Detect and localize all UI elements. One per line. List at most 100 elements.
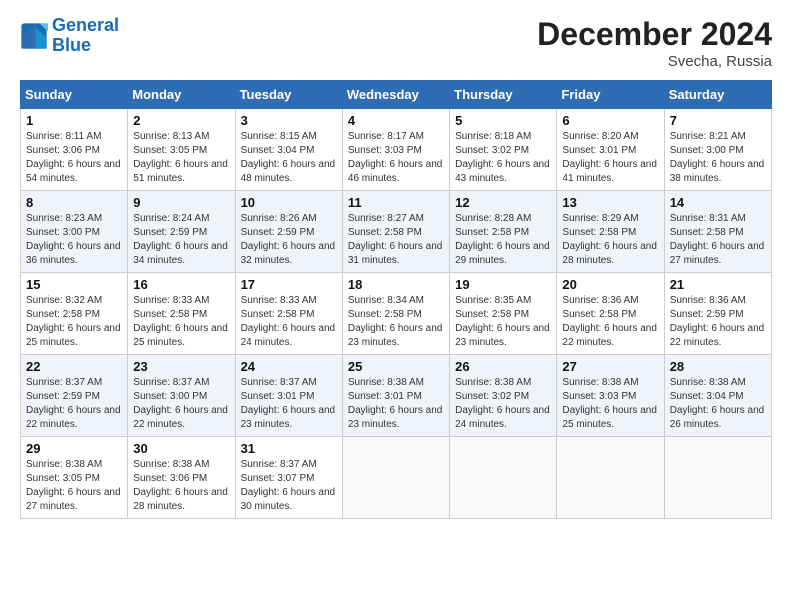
calendar-cell	[557, 437, 664, 519]
calendar-cell: 4 Sunrise: 8:17 AMSunset: 3:03 PMDaylight…	[342, 109, 449, 191]
calendar-cell: 30 Sunrise: 8:38 AMSunset: 3:06 PMDayligh…	[128, 437, 235, 519]
day-number: 12	[455, 195, 551, 210]
calendar-cell: 21 Sunrise: 8:36 AMSunset: 2:59 PMDayligh…	[664, 273, 771, 355]
cell-info: Sunrise: 8:37 AMSunset: 2:59 PMDaylight:…	[26, 377, 121, 430]
day-number: 19	[455, 277, 551, 292]
col-thursday: Thursday	[450, 81, 557, 109]
calendar-cell: 19 Sunrise: 8:35 AMSunset: 2:58 PMDayligh…	[450, 273, 557, 355]
day-number: 21	[670, 277, 766, 292]
logo-line2: Blue	[52, 35, 91, 55]
week-row-4: 22 Sunrise: 8:37 AMSunset: 2:59 PMDayligh…	[21, 355, 772, 437]
day-number: 24	[241, 359, 337, 374]
calendar-cell: 7 Sunrise: 8:21 AMSunset: 3:00 PMDaylight…	[664, 109, 771, 191]
week-row-1: 1 Sunrise: 8:11 AMSunset: 3:06 PMDaylight…	[21, 109, 772, 191]
cell-info: Sunrise: 8:13 AMSunset: 3:05 PMDaylight:…	[133, 131, 228, 184]
cell-info: Sunrise: 8:21 AMSunset: 3:00 PMDaylight:…	[670, 131, 765, 184]
page: General Blue December 2024 Svecha, Russi…	[0, 0, 792, 612]
week-row-3: 15 Sunrise: 8:32 AMSunset: 2:58 PMDayligh…	[21, 273, 772, 355]
day-number: 16	[133, 277, 229, 292]
cell-info: Sunrise: 8:26 AMSunset: 2:59 PMDaylight:…	[241, 213, 336, 266]
cell-info: Sunrise: 8:35 AMSunset: 2:58 PMDaylight:…	[455, 295, 550, 348]
day-number: 6	[562, 113, 658, 128]
calendar-cell: 20 Sunrise: 8:36 AMSunset: 2:58 PMDayligh…	[557, 273, 664, 355]
cell-info: Sunrise: 8:15 AMSunset: 3:04 PMDaylight:…	[241, 131, 336, 184]
cell-info: Sunrise: 8:36 AMSunset: 2:58 PMDaylight:…	[562, 295, 657, 348]
cell-info: Sunrise: 8:38 AMSunset: 3:03 PMDaylight:…	[562, 377, 657, 430]
day-number: 1	[26, 113, 122, 128]
calendar-cell: 11Sunrise: 8:27 AMSunset: 2:58 PMDayligh…	[342, 191, 449, 273]
calendar-cell: 14 Sunrise: 8:31 AMSunset: 2:58 PMDayligh…	[664, 191, 771, 273]
cell-info: Sunrise: 8:37 AMSunset: 3:07 PMDaylight:…	[241, 459, 336, 512]
week-row-2: 8 Sunrise: 8:23 AMSunset: 3:00 PMDaylight…	[21, 191, 772, 273]
calendar-cell: 27Sunrise: 8:38 AMSunset: 3:03 PMDayligh…	[557, 355, 664, 437]
calendar-cell: 2 Sunrise: 8:13 AMSunset: 3:05 PMDaylight…	[128, 109, 235, 191]
day-number: 31	[241, 441, 337, 456]
logo-text: General Blue	[52, 16, 119, 56]
cell-info: Sunrise: 8:36 AMSunset: 2:59 PMDaylight:…	[670, 295, 765, 348]
col-wednesday: Wednesday	[342, 81, 449, 109]
day-number: 15	[26, 277, 122, 292]
day-number: 10	[241, 195, 337, 210]
col-sunday: Sunday	[21, 81, 128, 109]
day-number: 13	[562, 195, 658, 210]
day-number: 2	[133, 113, 229, 128]
logo: General Blue	[20, 16, 119, 56]
day-number: 11	[348, 195, 444, 210]
col-friday: Friday	[557, 81, 664, 109]
day-number: 9	[133, 195, 229, 210]
cell-info: Sunrise: 8:23 AMSunset: 3:00 PMDaylight:…	[26, 213, 121, 266]
calendar-cell: 3Sunrise: 8:15 AMSunset: 3:04 PMDaylight…	[235, 109, 342, 191]
cell-info: Sunrise: 8:38 AMSunset: 3:04 PMDaylight:…	[670, 377, 765, 430]
cell-info: Sunrise: 8:37 AMSunset: 3:01 PMDaylight:…	[241, 377, 336, 430]
day-number: 7	[670, 113, 766, 128]
cell-info: Sunrise: 8:11 AMSunset: 3:06 PMDaylight:…	[26, 131, 121, 184]
day-number: 20	[562, 277, 658, 292]
calendar-cell: 13 Sunrise: 8:29 AMSunset: 2:58 PMDayligh…	[557, 191, 664, 273]
calendar-cell	[450, 437, 557, 519]
calendar-cell: 24 Sunrise: 8:37 AMSunset: 3:01 PMDayligh…	[235, 355, 342, 437]
calendar-cell: 23 Sunrise: 8:37 AMSunset: 3:00 PMDayligh…	[128, 355, 235, 437]
week-row-5: 29 Sunrise: 8:38 AMSunset: 3:05 PMDayligh…	[21, 437, 772, 519]
location: Svecha, Russia	[537, 53, 772, 70]
calendar-cell: 17Sunrise: 8:33 AMSunset: 2:58 PMDayligh…	[235, 273, 342, 355]
calendar-cell: 28Sunrise: 8:38 AMSunset: 3:04 PMDayligh…	[664, 355, 771, 437]
cell-info: Sunrise: 8:32 AMSunset: 2:58 PMDaylight:…	[26, 295, 121, 348]
day-number: 23	[133, 359, 229, 374]
calendar-cell: 22 Sunrise: 8:37 AMSunset: 2:59 PMDayligh…	[21, 355, 128, 437]
col-saturday: Saturday	[664, 81, 771, 109]
day-number: 8	[26, 195, 122, 210]
calendar-cell: 9 Sunrise: 8:24 AMSunset: 2:59 PMDaylight…	[128, 191, 235, 273]
calendar-cell: 25 Sunrise: 8:38 AMSunset: 3:01 PMDayligh…	[342, 355, 449, 437]
cell-info: Sunrise: 8:38 AMSunset: 3:06 PMDaylight:…	[133, 459, 228, 512]
calendar-table: Sunday Monday Tuesday Wednesday Thursday…	[20, 80, 772, 519]
calendar-cell: 1 Sunrise: 8:11 AMSunset: 3:06 PMDaylight…	[21, 109, 128, 191]
cell-info: Sunrise: 8:24 AMSunset: 2:59 PMDaylight:…	[133, 213, 228, 266]
day-number: 4	[348, 113, 444, 128]
cell-info: Sunrise: 8:29 AMSunset: 2:58 PMDaylight:…	[562, 213, 657, 266]
day-number: 14	[670, 195, 766, 210]
cell-info: Sunrise: 8:18 AMSunset: 3:02 PMDaylight:…	[455, 131, 550, 184]
calendar-cell: 6Sunrise: 8:20 AMSunset: 3:01 PMDaylight…	[557, 109, 664, 191]
day-number: 30	[133, 441, 229, 456]
calendar-cell: 26Sunrise: 8:38 AMSunset: 3:02 PMDayligh…	[450, 355, 557, 437]
header-row: Sunday Monday Tuesday Wednesday Thursday…	[21, 81, 772, 109]
day-number: 26	[455, 359, 551, 374]
cell-info: Sunrise: 8:28 AMSunset: 2:58 PMDaylight:…	[455, 213, 550, 266]
col-monday: Monday	[128, 81, 235, 109]
day-number: 25	[348, 359, 444, 374]
cell-info: Sunrise: 8:38 AMSunset: 3:01 PMDaylight:…	[348, 377, 443, 430]
cell-info: Sunrise: 8:37 AMSunset: 3:00 PMDaylight:…	[133, 377, 228, 430]
title-block: December 2024 Svecha, Russia	[537, 16, 772, 70]
calendar-cell: 10 Sunrise: 8:26 AMSunset: 2:59 PMDayligh…	[235, 191, 342, 273]
cell-info: Sunrise: 8:38 AMSunset: 3:05 PMDaylight:…	[26, 459, 121, 512]
cell-info: Sunrise: 8:31 AMSunset: 2:58 PMDaylight:…	[670, 213, 765, 266]
header: General Blue December 2024 Svecha, Russi…	[20, 16, 772, 70]
cell-info: Sunrise: 8:17 AMSunset: 3:03 PMDaylight:…	[348, 131, 443, 184]
calendar-cell	[664, 437, 771, 519]
col-tuesday: Tuesday	[235, 81, 342, 109]
calendar-cell: 18Sunrise: 8:34 AMSunset: 2:58 PMDayligh…	[342, 273, 449, 355]
cell-info: Sunrise: 8:34 AMSunset: 2:58 PMDaylight:…	[348, 295, 443, 348]
calendar-cell: 31 Sunrise: 8:37 AMSunset: 3:07 PMDayligh…	[235, 437, 342, 519]
day-number: 29	[26, 441, 122, 456]
day-number: 22	[26, 359, 122, 374]
